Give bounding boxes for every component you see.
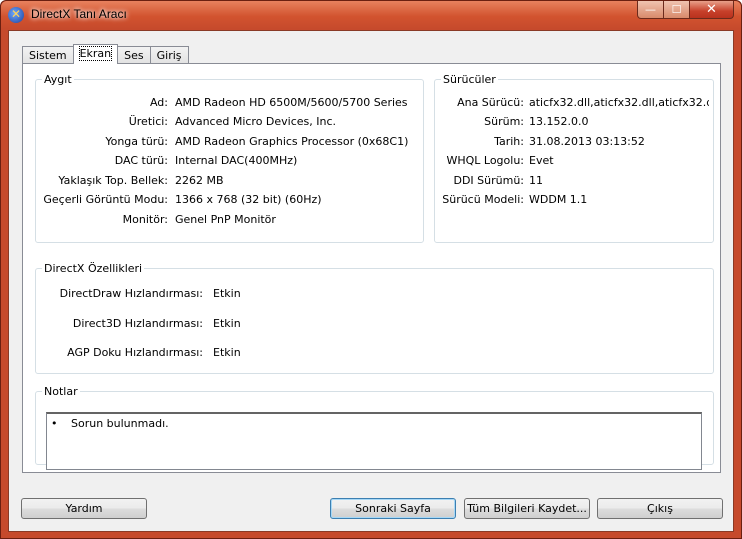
device-display-mode-value: 1366 x 768 (32 bit) (60Hz) [175,193,322,206]
device-dac-label: DAC türü: [114,154,168,167]
tab-label: Sistem [29,49,67,62]
driver-main-value: aticfx32.dll,aticfx32.dll,aticfx32.dll,a [529,96,709,109]
device-group: Aygıt Ad: AMD Radeon HD 6500M/5600/5700 … [35,73,424,243]
directx-app-icon [8,7,24,23]
maximize-icon: ☐ [671,3,682,16]
driver-model-label: Sürücü Modeli: [442,193,524,206]
device-monitor-label: Monitör: [122,213,168,226]
tab-giris[interactable]: Giriş [149,46,189,63]
device-display-mode-label: Geçerli Görüntü Modu: [43,193,168,206]
close-button[interactable]: ✕ [690,1,734,19]
device-monitor-value: Genel PnP Monitör [175,213,276,226]
device-chip-label: Yonga türü: [105,135,168,148]
device-manufacturer-value: Advanced Micro Devices, Inc. [175,115,337,128]
directx-features-group: DirectX Özellikleri DirectDraw Hızlandır… [35,262,714,374]
minimize-icon: — [645,3,656,16]
direct3d-value: Etkin [213,317,241,330]
device-dac-value: Internal DAC(400MHz) [175,154,298,167]
directdraw-label: DirectDraw Hızlandırması: [59,287,203,300]
tab-sistem[interactable]: Sistem [22,46,74,63]
driver-whql-label: WHQL Logolu: [446,154,524,167]
close-icon: ✕ [706,2,717,17]
tab-ekran[interactable]: Ekran [72,44,119,64]
title-bar[interactable]: DirectX Tanı Aracı — ☐ ✕ [1,1,741,29]
device-name-label: Ad: [149,96,168,109]
device-group-legend: Aygıt [44,73,72,86]
device-name-value: AMD Radeon HD 6500M/5600/5700 Series [175,96,408,109]
directx-diagnostic-window: DirectX Tanı Aracı — ☐ ✕ Sistem Ekran Se… [0,0,742,539]
agp-label: AGP Doku Hızlandırması: [67,346,203,359]
ekran-tab-panel: Aygıt Ad: AMD Radeon HD 6500M/5600/5700 … [22,63,721,473]
client-area: Sistem Ekran Ses Giriş Aygıt Ad: AMD Rad… [8,30,734,532]
directdraw-value: Etkin [213,287,241,300]
exit-button-label: Çıkış [647,502,673,515]
exit-button[interactable]: Çıkış [597,498,723,519]
notes-textbox[interactable]: • Sorun bulunmadı. [46,412,702,470]
driver-main-label: Ana Sürücü: [457,96,524,109]
device-chip-value: AMD Radeon Graphics Processor (0x68C1) [175,135,409,148]
agp-value: Etkin [213,346,241,359]
notes-legend: Notlar [44,385,78,398]
tab-label: Ekran [78,46,113,61]
device-memory-value: 2262 MB [175,174,224,187]
driver-ddi-label: DDI Sürümü: [453,174,524,187]
note-bullet: • [51,417,58,430]
tab-label: Giriş [156,49,182,62]
direct3d-label: Direct3D Hızlandırması: [72,317,203,330]
drivers-group-legend: Sürücüler [443,73,496,86]
caption-buttons: — ☐ ✕ [637,1,734,20]
driver-ddi-value: 11 [529,174,543,187]
minimize-button[interactable]: — [637,1,664,19]
save-all-info-button[interactable]: Tüm Bilgileri Kaydet... [464,498,590,519]
directx-features-legend: DirectX Özellikleri [44,262,143,275]
driver-version-value: 13.152.0.0 [529,115,589,128]
tab-strip: Sistem Ekran Ses Giriş [22,44,189,64]
next-page-button[interactable]: Sonraki Sayfa [330,498,456,519]
next-page-button-label: Sonraki Sayfa [355,502,431,515]
tab-ses[interactable]: Ses [117,46,151,63]
driver-version-label: Sürüm: [484,115,524,128]
driver-model-value: WDDM 1.1 [529,193,588,206]
help-button-label: Yardım [65,502,103,515]
driver-date-value: 31.08.2013 03:13:52 [529,135,645,148]
device-manufacturer-label: Üretici: [128,115,168,128]
notes-group: Notlar • Sorun bulunmadı. [35,385,714,470]
driver-date-label: Tarih: [494,135,524,148]
maximize-button[interactable]: ☐ [664,1,690,19]
help-button[interactable]: Yardım [21,498,147,519]
save-all-info-button-label: Tüm Bilgileri Kaydet... [467,502,587,515]
drivers-group: Sürücüler Ana Sürücü: aticfx32.dll,aticf… [434,73,714,243]
window-title: DirectX Tanı Aracı [31,7,127,21]
note-text: Sorun bulunmadı. [71,417,169,430]
driver-whql-value: Evet [529,154,554,167]
tab-label: Ses [124,49,144,62]
device-memory-label: Yaklaşık Top. Bellek: [58,174,168,187]
